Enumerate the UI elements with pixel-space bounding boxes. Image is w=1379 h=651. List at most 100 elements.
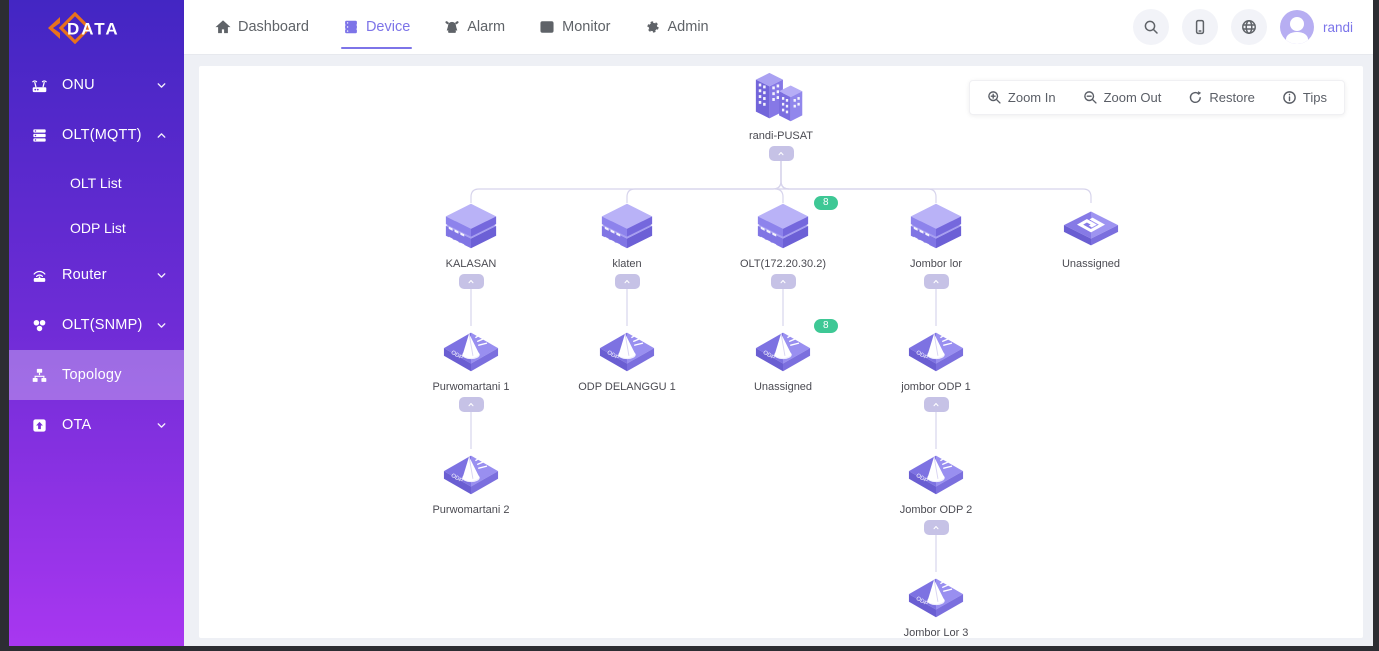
node-label: Unassigned: [1021, 258, 1161, 270]
sidebar-item-label: Topology: [62, 367, 168, 383]
topology-node-klaten[interactable]: klaten: [557, 198, 697, 291]
tab-label: Device: [366, 19, 410, 35]
topology-node-olt-172[interactable]: 8 OLT(172.20.30.2): [713, 198, 853, 291]
odp-icon: [401, 444, 541, 502]
topology-canvas[interactable]: Zoom In Zoom Out Restore Tips: [199, 66, 1363, 638]
tab-dashboard[interactable]: Dashboard: [215, 0, 309, 55]
page-content: Zoom In Zoom Out Restore Tips: [184, 55, 1373, 646]
sidebar-item-onu[interactable]: ONU: [9, 60, 184, 110]
collapse-button[interactable]: [924, 274, 949, 289]
unassigned-device-icon: [1021, 198, 1161, 256]
sidebar-item-label: OLT(SNMP): [62, 317, 155, 333]
sidebar-subitem-label: ODP List: [70, 220, 126, 236]
tab-label: Dashboard: [238, 19, 309, 35]
topology-node-purwomartani-1[interactable]: Purwomartani 1: [401, 321, 541, 414]
count-badge: 8: [814, 196, 838, 210]
collapse-button[interactable]: [615, 274, 640, 289]
brand-logo[interactable]: DATA: [9, 0, 184, 56]
globe-icon: [1240, 18, 1258, 36]
control-label: Zoom In: [1008, 90, 1056, 105]
canvas-controls: Zoom In Zoom Out Restore Tips: [969, 80, 1345, 115]
brand-name: DATA: [67, 20, 120, 39]
tab-device[interactable]: Device: [343, 0, 410, 55]
tips-icon: [1282, 90, 1297, 105]
user-menu[interactable]: randi: [1280, 10, 1353, 44]
tab-label: Alarm: [467, 19, 505, 35]
node-label: Jombor Lor 3: [866, 627, 1006, 638]
collapse-button[interactable]: [459, 274, 484, 289]
ota-upload-icon: [31, 417, 48, 434]
odp-icon: [401, 321, 541, 379]
topology-node-root[interactable]: randi-PUSAT: [711, 70, 851, 163]
topology-node-jombor-lor[interactable]: Jombor lor: [866, 198, 1006, 291]
username: randi: [1323, 20, 1353, 35]
chevron-up-icon: [155, 129, 168, 142]
topology-node-purwomartani-2[interactable]: Purwomartani 2: [401, 444, 541, 516]
mobile-button[interactable]: [1182, 9, 1218, 45]
odp-icon: [557, 321, 697, 379]
node-label: ODP DELANGGU 1: [557, 381, 697, 393]
search-button[interactable]: [1133, 9, 1169, 45]
monitor-window-icon: [539, 19, 555, 35]
collapse-button[interactable]: [924, 520, 949, 535]
sidebar-item-label: ONU: [62, 77, 155, 93]
sitemap-icon: [31, 367, 48, 384]
collapse-button[interactable]: [771, 274, 796, 289]
odp-icon: [866, 567, 1006, 625]
gear-icon: [645, 19, 661, 35]
node-label: Jombor lor: [866, 258, 1006, 270]
sidebar-subitem-olt-list[interactable]: OLT List: [9, 160, 184, 205]
sidebar-item-label: Router: [62, 267, 155, 283]
sidebar-item-olt-snmp[interactable]: OLT(SNMP): [9, 300, 184, 350]
olt-icon: [401, 198, 541, 256]
chevron-down-icon: [155, 79, 168, 92]
zoom-in-button[interactable]: Zoom In: [987, 90, 1056, 105]
tab-alarm[interactable]: Alarm: [444, 0, 505, 55]
sidebar-item-ota[interactable]: OTA: [9, 400, 184, 450]
tips-button[interactable]: Tips: [1282, 90, 1327, 105]
device-server-icon: [343, 19, 359, 35]
sidebar-item-topology[interactable]: Topology: [9, 350, 184, 400]
tab-admin[interactable]: Admin: [645, 0, 709, 55]
chevron-down-icon: [155, 269, 168, 282]
topology-node-jombor-odp-2[interactable]: Jombor ODP 2: [866, 444, 1006, 537]
onu-modem-icon: [31, 77, 48, 94]
topology-node-jombor-odp-1[interactable]: jombor ODP 1: [866, 321, 1006, 414]
sidebar-item-router[interactable]: Router: [9, 250, 184, 300]
language-button[interactable]: [1231, 9, 1267, 45]
topology-node-kalasan[interactable]: KALASAN: [401, 198, 541, 291]
sidebar: DATA ONU: [9, 0, 184, 646]
sidebar-menu: ONU OLT(MQTT) OLT List ODP List: [9, 60, 184, 450]
odp-icon: [866, 321, 1006, 379]
olt-icon: [557, 198, 697, 256]
topology-node-unassigned-olt[interactable]: Unassigned: [1021, 198, 1161, 270]
zoom-in-icon: [987, 90, 1002, 105]
restore-button[interactable]: Restore: [1188, 90, 1255, 105]
screenshot-frame: DATA ONU: [0, 0, 1379, 651]
collapse-button[interactable]: [459, 397, 484, 412]
search-icon: [1142, 18, 1160, 36]
sidebar-item-olt-mqtt[interactable]: OLT(MQTT): [9, 110, 184, 160]
tab-label: Monitor: [562, 19, 610, 35]
node-label: Purwomartani 1: [401, 381, 541, 393]
main-area: Dashboard Device: [184, 0, 1373, 646]
node-label: Jombor ODP 2: [866, 504, 1006, 516]
zoom-out-icon: [1083, 90, 1098, 105]
node-label: OLT(172.20.30.2): [713, 258, 853, 270]
topology-node-odp-delanggu-1[interactable]: ODP DELANGGU 1: [557, 321, 697, 393]
sidebar-item-label: OLT(MQTT): [62, 127, 155, 143]
tab-monitor[interactable]: Monitor: [539, 0, 610, 55]
router-wifi-icon: [31, 267, 48, 284]
zoom-out-button[interactable]: Zoom Out: [1083, 90, 1162, 105]
collapse-button[interactable]: [769, 146, 794, 161]
topology-node-jombor-lor-3[interactable]: Jombor Lor 3: [866, 567, 1006, 638]
control-label: Restore: [1209, 90, 1255, 105]
collapse-button[interactable]: [924, 397, 949, 412]
nav-tabs: Dashboard Device: [215, 0, 709, 55]
node-label: Unassigned: [713, 381, 853, 393]
home-icon: [215, 19, 231, 35]
header-actions: randi: [1133, 9, 1353, 45]
topology-node-unassigned-odp[interactable]: 8 Unassigned: [713, 321, 853, 393]
sidebar-subitem-odp-list[interactable]: ODP List: [9, 205, 184, 250]
top-navbar: Dashboard Device: [184, 0, 1373, 55]
